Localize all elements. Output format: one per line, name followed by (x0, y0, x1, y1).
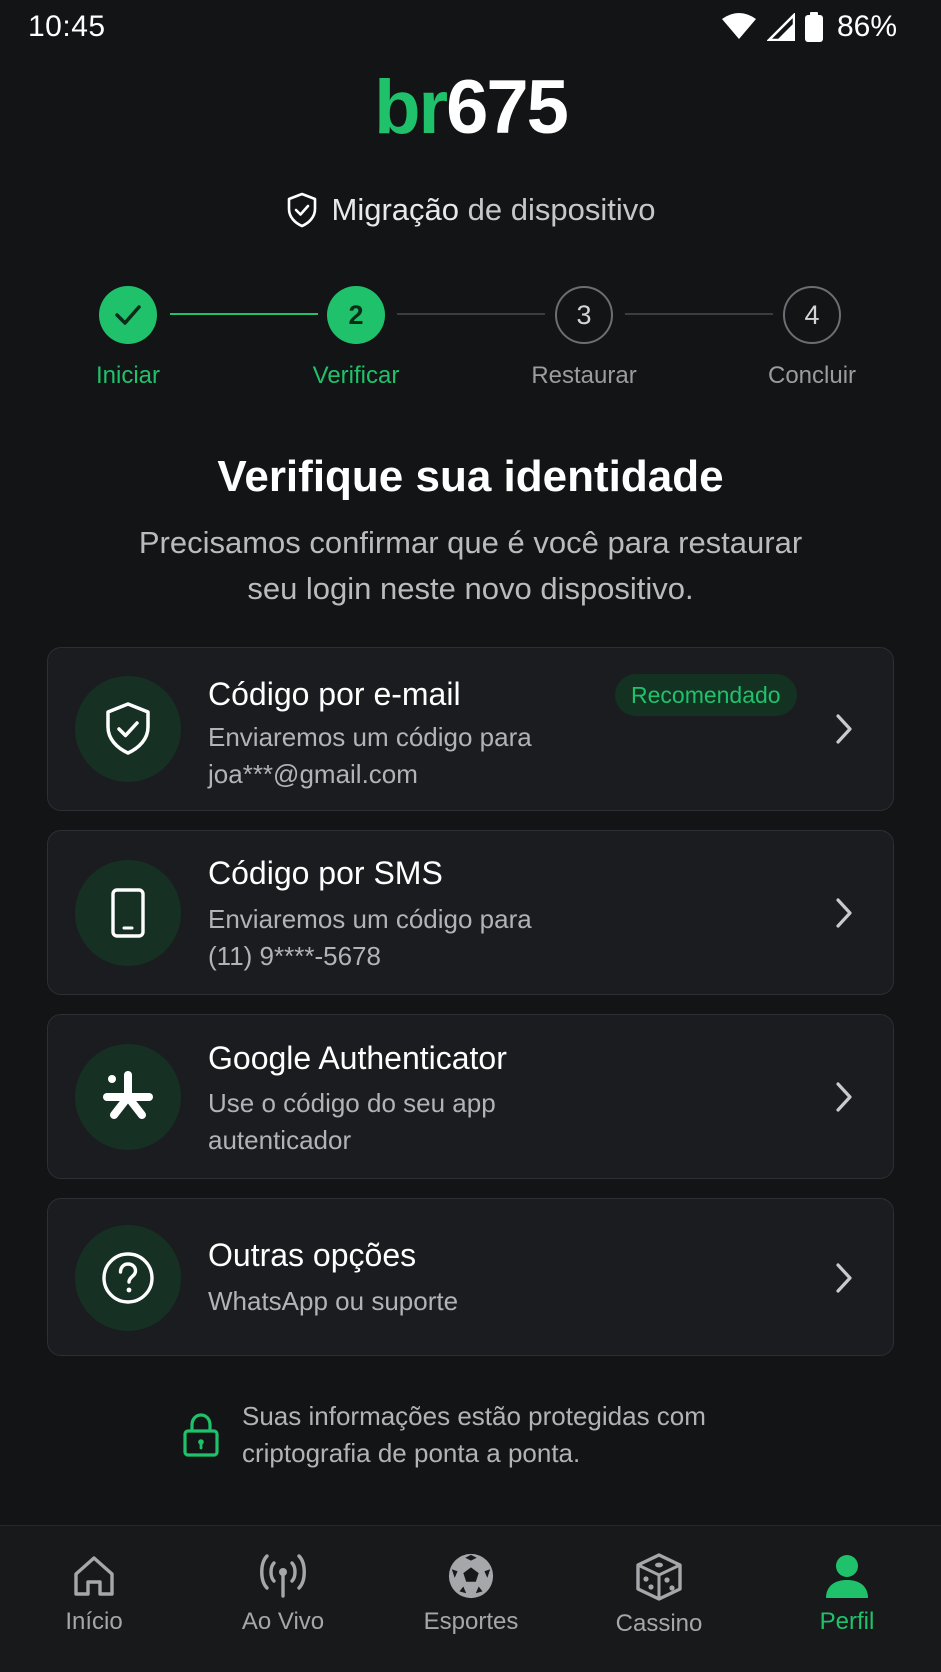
option-authenticator-card[interactable]: Google Authenticator Use o código do seu… (47, 1014, 894, 1179)
logo-part-white: 675 (446, 65, 569, 150)
logo-part-green: br (374, 65, 448, 150)
step-1-circle (99, 286, 157, 344)
step-4-circle: 4 (783, 286, 841, 344)
brand-logo: br675 (0, 64, 941, 151)
option-authenticator-subtitle-line2: autenticador (208, 1125, 352, 1155)
option-email-icon-bg (75, 676, 181, 782)
option-email-card[interactable]: Código por e-mail Recomendado Enviaremos… (47, 647, 894, 811)
status-icons: 86% (721, 10, 897, 44)
step-3-label: Restaurar (531, 362, 637, 389)
battery-percent: 86% (836, 10, 897, 43)
authenticator-icon (103, 1071, 153, 1119)
step-2-label: Verificar (312, 362, 400, 389)
lock-icon (183, 1413, 219, 1457)
option-other-subtitle: WhatsApp ou suporte (208, 1286, 459, 1316)
page-title-rest: de dispositivo (459, 192, 656, 227)
nav-item-esportes[interactable]: Esportes (391, 1552, 551, 1636)
nav-label-cassino: Cassino (615, 1610, 703, 1637)
live-broadcast-icon (260, 1554, 306, 1598)
chevron-right-icon (836, 1263, 852, 1293)
security-note-text: Suas informações estão protegidas com cr… (242, 1398, 706, 1472)
nav-item-cassino[interactable]: Cassino (579, 1552, 739, 1638)
step-4-label: Concluir (767, 362, 857, 389)
nav-item-ao-vivo[interactable]: Ao Vivo (203, 1552, 363, 1636)
page-subheader: Migração de dispositivo (0, 192, 941, 228)
chevron-right-icon (836, 898, 852, 928)
nav-label-perfil: Perfil (819, 1608, 875, 1635)
nav-label-ao-vivo: Ao Vivo (241, 1608, 325, 1635)
signal-icon (766, 13, 795, 41)
nav-label-inicio: Início (65, 1608, 123, 1635)
wifi-icon (721, 13, 756, 39)
home-icon (74, 1556, 114, 1596)
option-email-title: Código por e-mail (208, 676, 461, 712)
option-email-subtitle: Enviaremos um código para joa***@gmail.c… (208, 719, 532, 793)
security-note-line1: Suas informações estão protegidas com (242, 1401, 706, 1431)
status-time: 10:45 (28, 10, 106, 43)
option-sms-card[interactable]: Código por SMS Enviaremos um código para… (47, 830, 894, 995)
security-note: Suas informações estão protegidas com cr… (182, 1398, 821, 1472)
shield-check-icon (106, 702, 150, 755)
option-sms-subtitle: Enviaremos um código para (11) 9****-567… (208, 901, 532, 975)
option-email-subtitle-line2: joa***@gmail.com (208, 759, 418, 789)
option-sms-icon-bg (75, 860, 181, 966)
option-sms-subtitle-line2: (11) 9****-5678 (208, 941, 381, 971)
section-heading: Verifique sua identidade (217, 452, 724, 501)
section-description: Precisamos confirmar que é você para res… (138, 525, 803, 606)
phone-icon (111, 888, 145, 938)
step-connector-1 (170, 313, 318, 315)
option-authenticator-subtitle-line1: Use o código do seu app (208, 1088, 496, 1118)
soccer-ball-icon (448, 1553, 494, 1599)
option-authenticator-title: Google Authenticator (208, 1040, 507, 1076)
step-3-circle: 3 (555, 286, 613, 344)
help-circle-icon (102, 1252, 154, 1304)
page-title: Migração de dispositivo (332, 192, 656, 228)
nav-item-perfil[interactable]: Perfil (767, 1552, 927, 1636)
chevron-right-icon (836, 1082, 852, 1112)
option-sms-title: Código por SMS (208, 855, 443, 891)
option-other-title: Outras opções (208, 1237, 417, 1273)
option-email-subtitle-line1: Enviaremos um código para (208, 722, 532, 752)
option-authenticator-icon-bg (75, 1044, 181, 1150)
dice-icon (636, 1553, 682, 1601)
battery-icon (804, 12, 823, 42)
nav-label-esportes: Esportes (423, 1608, 519, 1635)
shield-check-icon (287, 192, 316, 228)
security-note-line2: criptografia de ponta a ponta. (242, 1438, 581, 1468)
option-other-card[interactable]: Outras opções WhatsApp ou suporte (47, 1198, 894, 1356)
step-2-circle: 2 (327, 286, 385, 344)
page-title-bold: Migração (331, 192, 460, 227)
screen: 10:45 86% br675 Migração de dispositivo (0, 0, 941, 1672)
check-icon (115, 305, 141, 325)
option-other-icon-bg (75, 1225, 181, 1331)
chevron-right-icon (836, 714, 852, 744)
recommended-badge: Recomendado (615, 674, 797, 716)
step-connector-2 (397, 313, 545, 315)
option-authenticator-subtitle: Use o código do seu app autenticador (208, 1085, 496, 1159)
nav-item-inicio[interactable]: Início (14, 1552, 174, 1636)
step-1-label: Iniciar (95, 362, 161, 389)
progress-stepper: 2 3 4 Iniciar Verificar Restaurar Conclu… (0, 286, 941, 396)
profile-icon (826, 1555, 868, 1598)
bottom-nav: Início Ao Vivo Esportes Cassino Perfil (0, 1525, 941, 1672)
option-sms-subtitle-line1: Enviaremos um código para (208, 904, 532, 934)
step-connector-3 (625, 313, 773, 315)
status-bar: 10:45 86% (0, 0, 941, 54)
